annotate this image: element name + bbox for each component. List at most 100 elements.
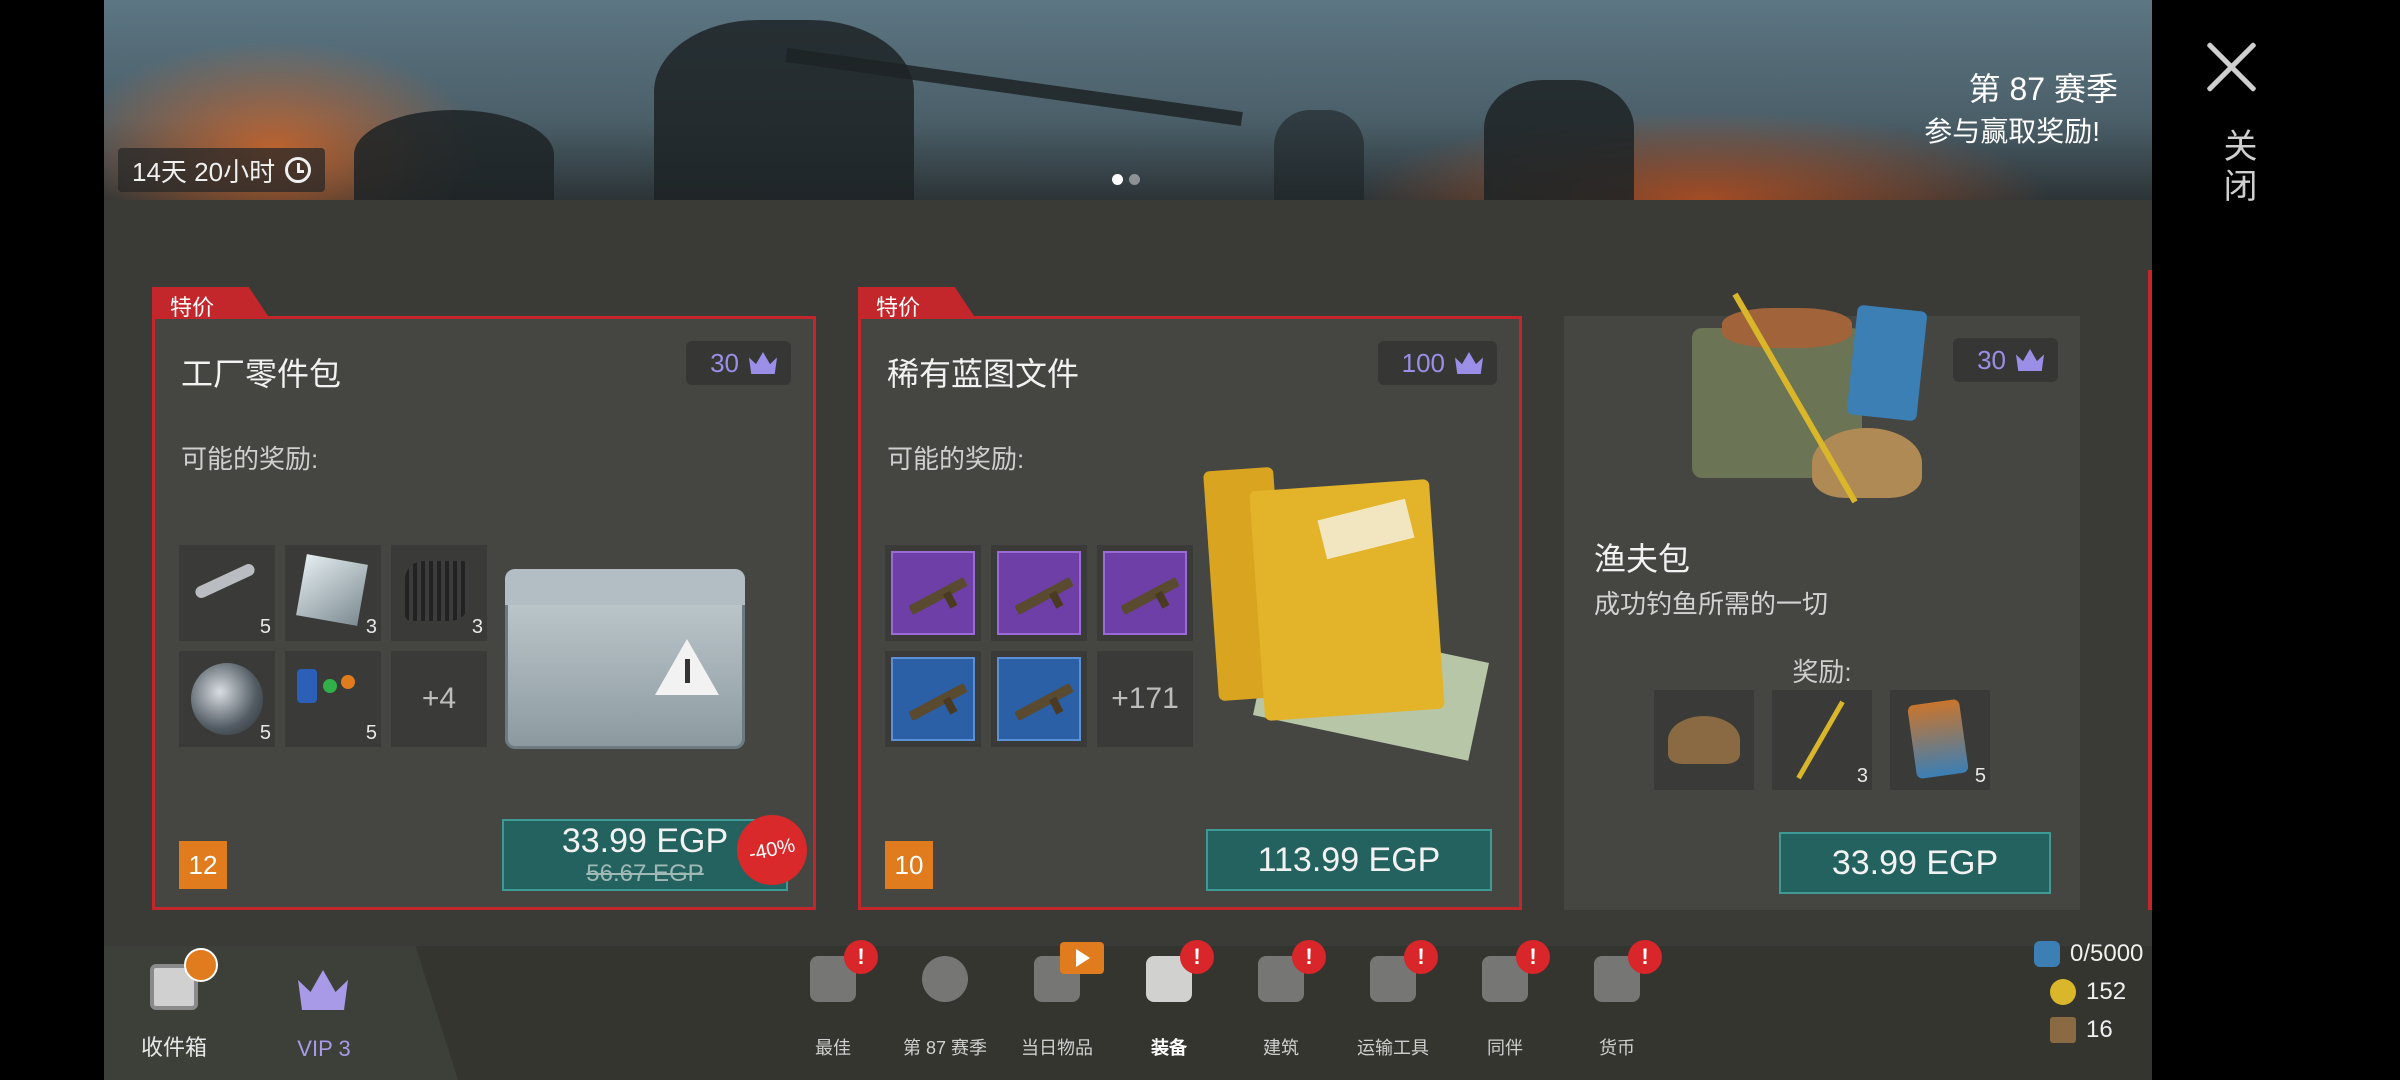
currency-energy: 0/5000 — [2034, 940, 2143, 968]
crown-icon — [749, 352, 777, 374]
offer-card-factory-parts[interactable]: 特价 工厂零件包 30 可能的奖励: 5 3 3 5 5 +4 12 33.99… — [152, 287, 816, 910]
blue-weapon-blueprint-icon — [997, 657, 1081, 741]
offer-description: 成功钓鱼所需的一切 — [1594, 589, 1829, 619]
rewards-label: 可能的奖励: — [887, 444, 1025, 474]
clock-icon — [285, 157, 312, 183]
price-current: 33.99 EGP — [561, 822, 729, 860]
more-rewards[interactable]: +4 — [391, 651, 487, 747]
more-rewards[interactable]: +171 — [1097, 651, 1193, 747]
reward-qty: 5 — [1974, 765, 1986, 787]
vip-button[interactable]: VIP 3 — [254, 946, 394, 1080]
reward-item-fishing-rod[interactable]: 3 — [1772, 690, 1872, 790]
nav-tab-daily-items[interactable]: 当日物品 — [1002, 942, 1112, 1080]
close-label: 关闭 — [2218, 128, 2256, 208]
reward-item-purple-blueprint[interactable] — [1097, 545, 1193, 641]
nav-tab-season[interactable]: 第 87 赛季 — [890, 948, 1000, 1080]
offer-card-rare-blueprints[interactable]: 特价 稀有蓝图文件 100 可能的奖励: +171 10 113.99 EGP — [858, 287, 1522, 910]
mail-notification-icon — [184, 948, 218, 982]
reward-item-purple-blueprint[interactable] — [885, 545, 981, 641]
special-offer-ribbon: 特价 — [152, 287, 270, 319]
inbox-button[interactable]: 收件箱 — [104, 946, 244, 1080]
buy-button[interactable]: 33.99 EGP — [1779, 832, 2051, 894]
nav-tab-best[interactable]: ! 最佳 — [778, 940, 888, 1080]
crown-points-badge: 30 — [1953, 338, 2058, 382]
banner-pagination — [1112, 174, 1140, 185]
reward-item-purple-blueprint[interactable] — [991, 545, 1087, 641]
banner-dog-art — [354, 110, 554, 200]
nav-tab-label: 建筑 — [1263, 1038, 1299, 1058]
season-timer-text: 14天 20小时 — [132, 156, 276, 187]
metal-plate-icon — [296, 554, 368, 626]
price-current: 113.99 EGP — [1257, 840, 1441, 879]
offer-card-fisherman-pack[interactable]: 30 渔夫包 成功钓鱼所需的一切 奖励: 3 5 33.99 EGP — [1564, 292, 2080, 910]
reward-item-rubber-sheet[interactable]: 3 — [391, 545, 487, 641]
purple-weapon-blueprint-icon — [891, 551, 975, 635]
alert-badge: ! — [1292, 940, 1326, 974]
close-icon — [2204, 40, 2260, 96]
reward-item-metal-plate[interactable]: 3 — [285, 545, 381, 641]
electronic-components-icon — [297, 669, 367, 725]
nav-tab-equipment[interactable]: ! 装备 — [1114, 940, 1224, 1080]
inbox-label: 收件箱 — [140, 1035, 207, 1060]
alert-badge: ! — [1404, 940, 1438, 974]
reward-item-lens[interactable]: 5 — [179, 651, 275, 747]
next-offer-card-edge[interactable] — [2148, 270, 2152, 910]
price-original: 56.67 EGP — [586, 860, 704, 887]
blueprint-binders-image — [1201, 449, 1501, 761]
banner-page-dot[interactable] — [1112, 174, 1123, 185]
vip-level-label: VIP 3 — [297, 1036, 351, 1061]
currency-value: 152 — [2086, 978, 2127, 1005]
coin-icon — [2050, 979, 2076, 1005]
crown-points-badge: 100 — [1377, 341, 1497, 385]
reward-qty: 3 — [365, 616, 377, 638]
close-button[interactable]: 关闭 — [2180, 40, 2260, 220]
crown-points-value: 100 — [1401, 347, 1445, 378]
reward-item-pipe-parts[interactable]: 5 — [179, 545, 275, 641]
rewards-label: 可能的奖励: — [181, 444, 319, 474]
reward-item-bait-bag[interactable]: 5 — [1890, 690, 1990, 790]
purple-weapon-blueprint-icon — [997, 551, 1081, 635]
alert-badge: ! — [844, 940, 878, 974]
offer-title: 稀有蓝图文件 — [887, 356, 1080, 392]
banner-page-dot[interactable] — [1129, 174, 1140, 185]
pipe-parts-icon — [193, 562, 257, 600]
more-rewards-count: +171 — [1111, 682, 1179, 715]
reward-qty: 3 — [1856, 765, 1868, 787]
nav-tab-construction[interactable]: ! 建筑 — [1226, 940, 1336, 1080]
reward-qty: 3 — [471, 616, 483, 638]
offer-title: 渔夫包 — [1594, 541, 1691, 577]
currency-value: 0/5000 — [2070, 940, 2144, 967]
banner-soldier-art — [654, 20, 914, 200]
currency-value: 16 — [2086, 1016, 2113, 1043]
season-timer: 14天 20小时 — [118, 148, 326, 192]
nav-tab-label: 第 87 赛季 — [902, 1038, 988, 1058]
buy-button[interactable]: 113.99 EGP — [1206, 829, 1492, 891]
stock-remaining-badge: 10 — [885, 841, 933, 889]
alert-badge: ! — [1628, 940, 1662, 974]
fishing-rod-icon — [1796, 700, 1845, 780]
reward-item-fishing-hat[interactable] — [1654, 690, 1754, 790]
crown-points-value: 30 — [710, 347, 739, 378]
reward-qty: 5 — [365, 722, 377, 744]
nav-tab-label: 当日物品 — [1021, 1038, 1093, 1058]
reward-item-electronic-components[interactable]: 5 — [285, 651, 381, 747]
reward-item-blue-blueprint[interactable] — [885, 651, 981, 747]
factory-crate-image — [505, 559, 765, 759]
currency-coins: 152 — [2050, 978, 2126, 1006]
rewards-label: 奖励: — [1792, 657, 1852, 687]
nav-tab-transport[interactable]: ! 运输工具 — [1338, 940, 1448, 1080]
shop-screen: 14天 20小时 第 87 赛季 参与赢取奖励! 特价 工厂零件包 30 可能的… — [104, 0, 2152, 1080]
season-subtitle: 参与赢取奖励! — [1924, 116, 2100, 147]
nav-tab-companions[interactable]: ! 同伴 — [1450, 940, 1560, 1080]
more-rewards-count: +4 — [421, 682, 457, 715]
banner-zombie-art — [1274, 110, 1364, 200]
crate-icon — [2050, 1017, 2076, 1043]
blue-weapon-blueprint-icon — [891, 657, 975, 741]
season-banner[interactable]: 14天 20小时 第 87 赛季 参与赢取奖励! — [104, 0, 2152, 200]
nav-tab-currency[interactable]: ! 货币 — [1562, 940, 1672, 1080]
alert-badge: ! — [1180, 940, 1214, 974]
crown-icon — [298, 970, 348, 1010]
season-badge-icon — [922, 956, 968, 1002]
price-current: 33.99 EGP — [1831, 843, 1999, 882]
reward-item-blue-blueprint[interactable] — [991, 651, 1087, 747]
